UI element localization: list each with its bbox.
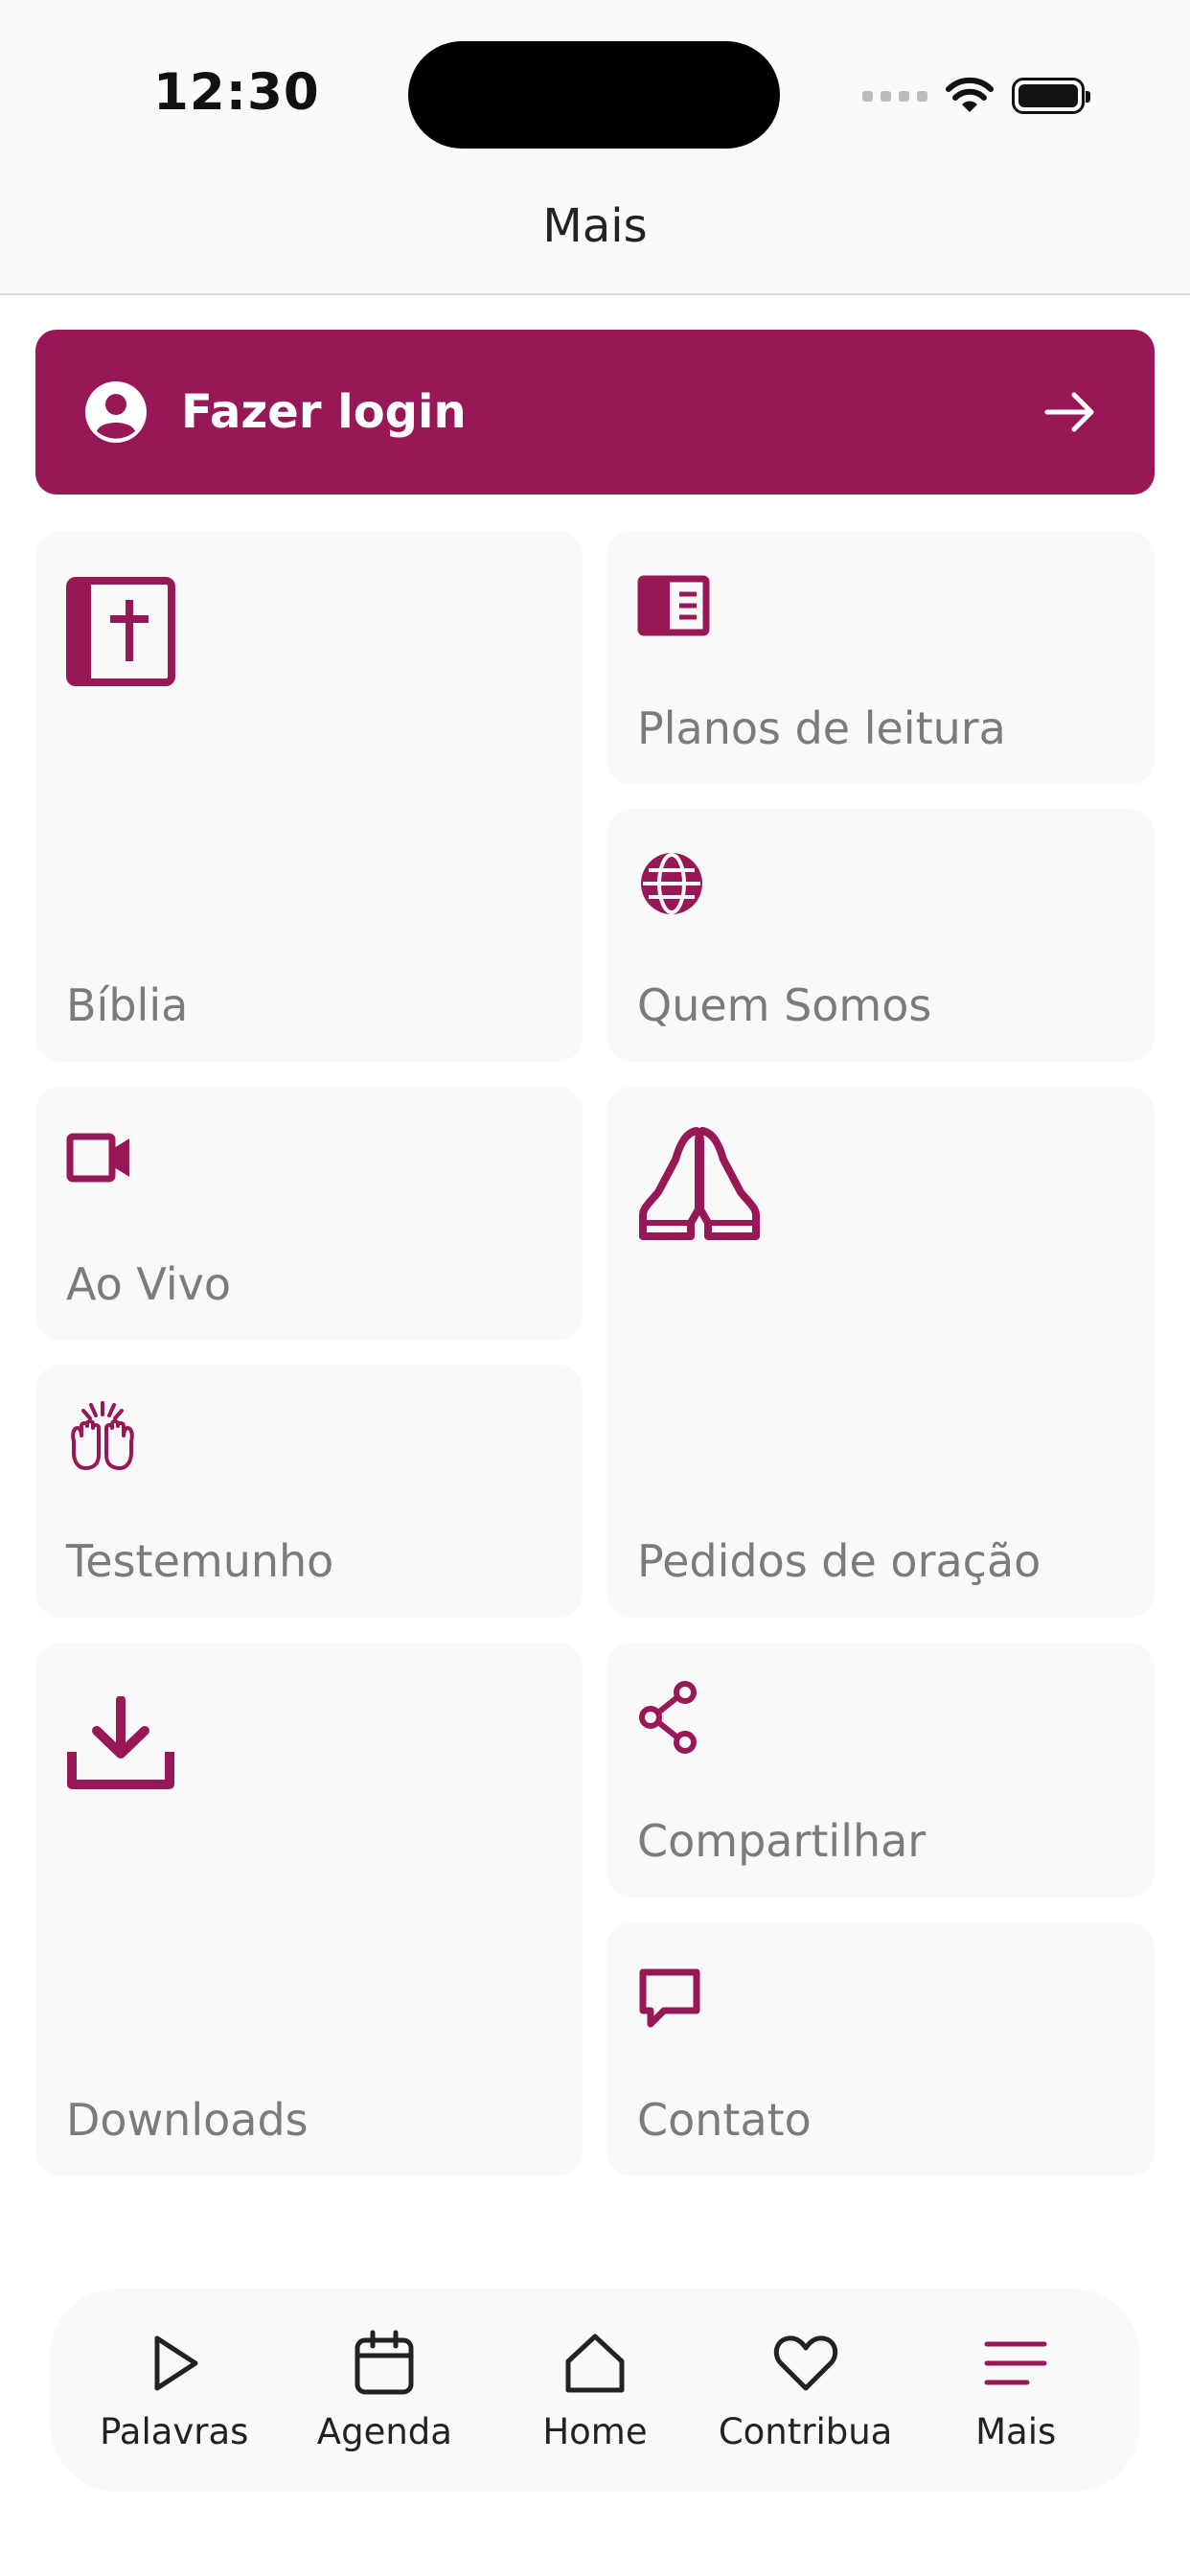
home-icon — [565, 2334, 625, 2392]
tile-label: Ao Vivo — [66, 1258, 232, 1310]
tile-downloads[interactable]: Downloads — [35, 1643, 583, 2176]
header: 12:30 Mais — [0, 0, 1190, 295]
page-title: Mais — [542, 199, 648, 253]
tab-label: Contribua — [718, 2410, 893, 2452]
status-time: 12:30 — [153, 63, 320, 122]
tile-label: Compartilhar — [637, 1815, 927, 1867]
video-camera-icon — [66, 1131, 133, 1184]
bible-icon — [66, 577, 175, 686]
tab-label: Mais — [975, 2410, 1057, 2452]
status-icons — [862, 73, 1090, 119]
tile-planos-de-leitura[interactable]: Planos de leitura — [606, 531, 1155, 785]
bottom-tab-bar: Palavras Agenda Home Contribua Mais — [50, 2288, 1140, 2492]
raised-hands-icon — [66, 1399, 139, 1472]
tile-compartilhar[interactable]: Compartilhar — [606, 1643, 1155, 1898]
tile-label: Quem Somos — [637, 979, 932, 1031]
heart-icon — [773, 2334, 837, 2390]
tile-label: Planos de leitura — [637, 702, 1006, 754]
praying-hands-icon — [637, 1123, 762, 1244]
login-label: Fazer login — [181, 385, 467, 439]
download-icon — [66, 1696, 175, 1792]
share-icon — [637, 1679, 698, 1756]
tab-agenda[interactable]: Agenda — [288, 2329, 480, 2452]
user-circle-icon — [85, 381, 147, 443]
tile-label: Bíblia — [66, 979, 189, 1031]
tile-quem-somos[interactable]: Quem Somos — [606, 809, 1155, 1062]
tab-mais[interactable]: Mais — [920, 2329, 1111, 2452]
menu-icon — [984, 2341, 1047, 2384]
wifi-icon — [946, 77, 994, 112]
tab-palavras[interactable]: Palavras — [79, 2329, 270, 2452]
tile-testemunho[interactable]: Testemunho — [35, 1365, 583, 1618]
tile-label: Contato — [637, 2094, 812, 2146]
tile-label: Pedidos de oração — [637, 1535, 1041, 1587]
tile-ao-vivo[interactable]: Ao Vivo — [35, 1087, 583, 1341]
tile-contato[interactable]: Contato — [606, 1922, 1155, 2176]
chat-bubble-icon — [637, 1966, 702, 2032]
tab-home[interactable]: Home — [499, 2329, 691, 2452]
calendar-icon — [355, 2330, 414, 2394]
login-button[interactable]: Fazer login — [35, 330, 1155, 494]
tile-label: Downloads — [66, 2094, 309, 2146]
tab-contribua[interactable]: Contribua — [710, 2329, 902, 2452]
tab-label: Palavras — [100, 2410, 249, 2452]
battery-icon — [1012, 78, 1090, 114]
globe-icon — [637, 849, 706, 918]
tile-pedidos-de-oracao[interactable]: Pedidos de oração — [606, 1087, 1155, 1618]
arrow-right-icon — [1044, 392, 1094, 432]
tab-label: Agenda — [316, 2410, 452, 2452]
dynamic-island — [408, 41, 780, 149]
tile-label: Testemunho — [66, 1535, 334, 1587]
cellular-signal-icon — [862, 90, 927, 102]
tab-label: Home — [542, 2410, 648, 2452]
play-icon — [154, 2335, 198, 2390]
tile-biblia[interactable]: Bíblia — [35, 531, 583, 1062]
book-open-icon — [637, 575, 710, 636]
